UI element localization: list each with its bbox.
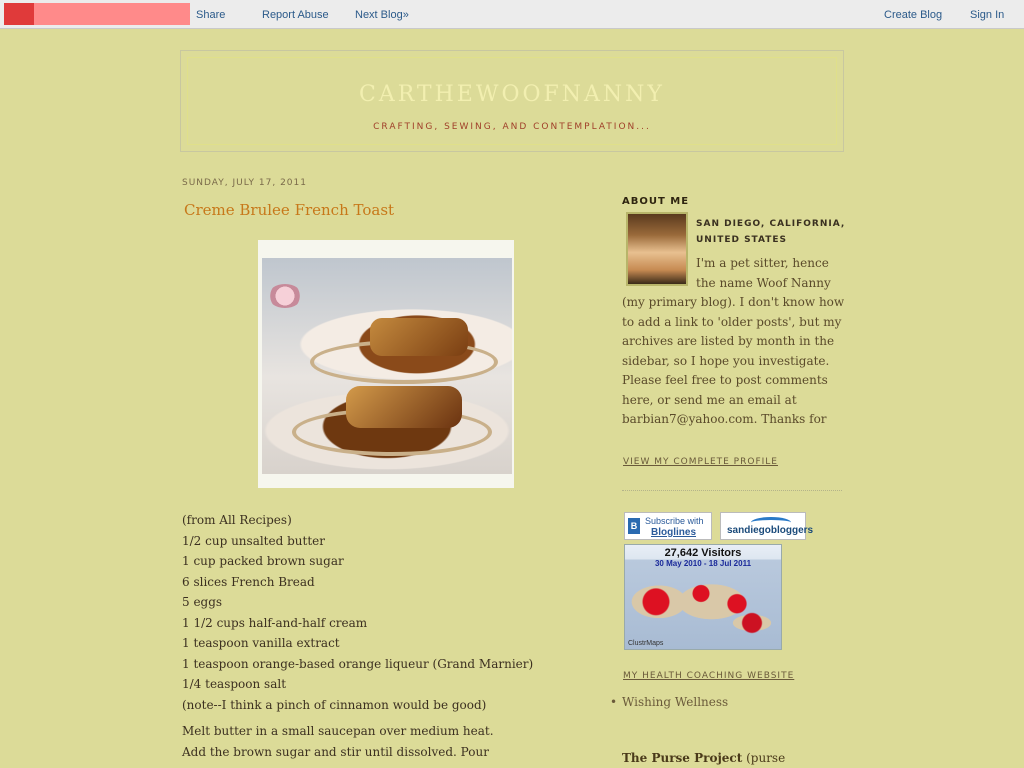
post-title[interactable]: Creme Brulee French Toast xyxy=(184,201,394,219)
blog-title[interactable]: CARTHEWOOFNANNY xyxy=(188,82,836,107)
recipe-line: 6 slices French Bread xyxy=(182,574,315,589)
clustrmap-widget[interactable]: 27,642 Visitors 30 May 2010 - 18 Jul 201… xyxy=(624,544,782,650)
sandiego-bloggers-text: sandiegobloggers xyxy=(727,525,814,536)
health-coaching-link[interactable]: MY HEALTH COACHING WEBSITE xyxy=(623,671,794,681)
recipe-line: 1/4 teaspoon salt xyxy=(182,677,287,691)
bio-line: archives are listed by month in the xyxy=(622,334,835,348)
post-date: SUNDAY, JULY 17, 2011 xyxy=(182,178,307,188)
profile-bio: I'm a pet sitter, hence the name Woof Na… xyxy=(622,254,846,430)
visitor-count: 27,642 Visitors xyxy=(664,547,742,559)
toast-shape xyxy=(370,318,468,356)
profile-location: SAN DIEGO, CALIFORNIA, UNITED STATES xyxy=(696,219,846,245)
create-blog-link[interactable]: Create Blog xyxy=(884,9,942,21)
purse-project-link[interactable]: The Purse Project xyxy=(622,751,742,765)
bio-line: (my primary blog). I don't know how xyxy=(622,295,845,309)
blogger-navbar: Share Report Abuse Next Blog» Create Blo… xyxy=(0,0,1024,29)
recipe-line: 1 teaspoon vanilla extract xyxy=(182,636,340,650)
flower-shape xyxy=(268,284,302,308)
photo-image xyxy=(262,258,512,474)
recipe-line: (from All Recipes) xyxy=(182,513,292,527)
sidebar-divider xyxy=(622,490,842,491)
search-button[interactable] xyxy=(4,3,34,25)
visitor-date-range: 30 May 2010 - 18 Jul 2011 xyxy=(654,559,752,568)
recipe-line: 1 1/2 cups half-and-half cream xyxy=(182,615,368,630)
report-abuse-link[interactable]: Report Abuse xyxy=(262,9,329,21)
next-blog-link[interactable]: Next Blog» xyxy=(355,9,409,21)
sign-in-link[interactable]: Sign In xyxy=(970,9,1004,21)
recipe-line: 1 cup packed brown sugar xyxy=(182,554,344,568)
bloglines-top-text: Subscribe with xyxy=(645,516,704,526)
bio-line: barbian7@yahoo.com. Thanks for xyxy=(622,412,827,426)
blog-description: CRAFTING, SEWING, AND CONTEMPLATION... xyxy=(373,122,651,132)
recipe-line: Add the brown sugar and stir until disso… xyxy=(182,744,489,759)
bio-line: here, or send me an email at xyxy=(622,392,797,407)
bio-line: to add a link to 'older posts', but my xyxy=(622,314,842,329)
bio-line: I'm a pet sitter, hence xyxy=(696,256,829,270)
blog-header-inner: CARTHEWOOFNANNY CRAFTING, SEWING, AND CO… xyxy=(187,57,837,145)
blog-header: CARTHEWOOFNANNY CRAFTING, SEWING, AND CO… xyxy=(180,50,844,152)
bio-line: sidebar, so I hope you investigate. xyxy=(622,353,830,368)
sandiego-bloggers-badge[interactable]: sandiegobloggers xyxy=(720,512,813,540)
view-profile-link[interactable]: VIEW MY COMPLETE PROFILE xyxy=(623,457,778,467)
bloglines-icon: B xyxy=(628,518,640,534)
recipe-line: 5 eggs xyxy=(182,595,223,609)
links-list: Wishing Wellness xyxy=(610,692,842,712)
world-map-icon xyxy=(629,573,779,637)
clustrmap-logo: ClustrMaps xyxy=(628,640,664,647)
french-toast-photo[interactable] xyxy=(258,240,514,488)
recipe-line: (note--I think a pinch of cinnamon would… xyxy=(182,697,487,712)
list-item[interactable]: Wishing Wellness xyxy=(610,692,842,712)
bloglines-bottom-text: Bloglines xyxy=(651,527,697,538)
recipe-body: (from All Recipes) 1/2 cup unsalted butt… xyxy=(182,510,542,762)
recipe-line: Melt butter in a small saucepan over med… xyxy=(182,724,494,738)
toast-shape xyxy=(346,386,462,428)
bio-line: the name Woof Nanny xyxy=(696,275,831,290)
recipe-line: 1 teaspoon orange-based orange liqueur (… xyxy=(182,656,534,671)
share-link[interactable]: Share xyxy=(196,9,225,21)
purse-project-desc: (purse xyxy=(742,751,786,765)
recipe-line: 1/2 cup unsalted butter xyxy=(182,533,325,548)
bloglines-badge[interactable]: B Subscribe with Bloglines xyxy=(624,512,712,540)
profile-heading: ABOUT ME xyxy=(622,196,690,207)
search-input[interactable] xyxy=(34,3,190,25)
bio-line: Please feel free to post comments xyxy=(622,373,828,387)
purse-project-item: The Purse Project (purse xyxy=(622,751,785,765)
